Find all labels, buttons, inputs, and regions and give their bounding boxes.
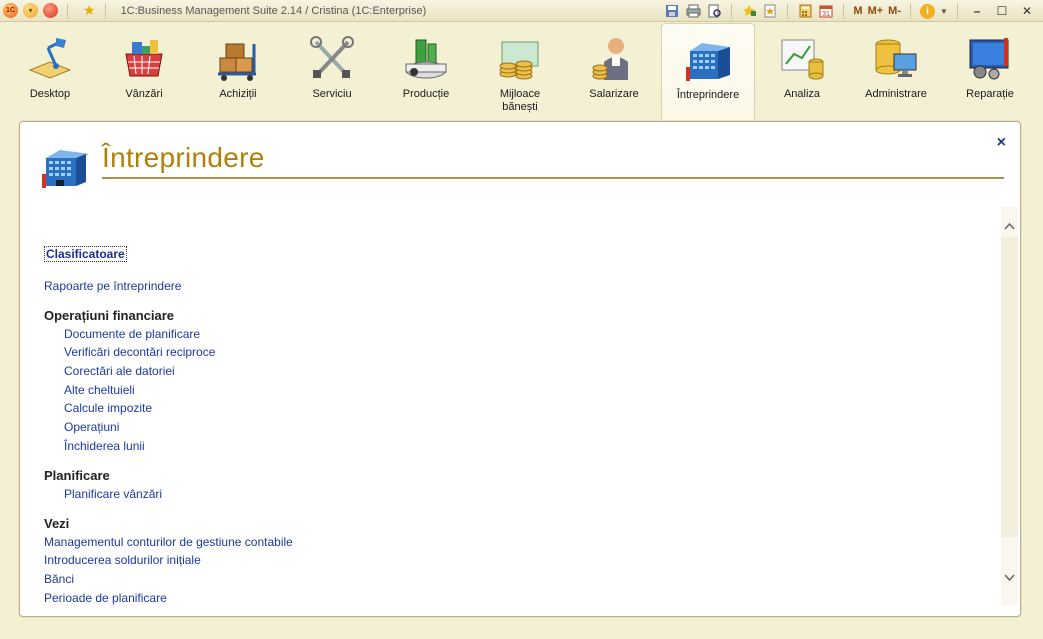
link-reports[interactable]: Rapoarte pe întreprindere <box>44 279 181 293</box>
section-chart-db[interactable]: Analiza <box>755 23 849 117</box>
stop-icon[interactable] <box>43 3 58 18</box>
toolbar-separator <box>843 3 845 19</box>
section-label: Întreprindere <box>676 89 740 101</box>
toolbar-separator <box>104 2 106 19</box>
link-financial-item[interactable]: Verificări decontări reciproce <box>64 345 215 359</box>
factory-icon <box>402 36 450 82</box>
toolbar-separator <box>787 3 789 19</box>
memory-button[interactable]: M <box>853 5 862 17</box>
save-icon[interactable] <box>664 3 680 19</box>
toolbar-separator <box>957 3 958 19</box>
group-title-financial: Operațiuni financiare <box>44 308 175 323</box>
link-financial-item[interactable]: Închiderea lunii <box>64 439 145 453</box>
link-see-item[interactable]: Perioade de planificare <box>44 591 167 605</box>
link-planning-item[interactable]: Planificare vânzări <box>64 487 162 501</box>
section-desktop-lamp[interactable]: Desktop <box>3 23 97 117</box>
minimize-button[interactable]: – <box>967 4 987 18</box>
section-monitor-gears[interactable]: Reparație <box>943 23 1037 117</box>
section-label: Desktop <box>29 88 71 100</box>
section-label: Achiziții <box>219 88 257 100</box>
window-title: 1C:Business Management Suite 2.14 / Cris… <box>120 4 427 17</box>
scrollbar-thumb[interactable] <box>1001 237 1018 537</box>
toolbar-separator <box>731 3 733 19</box>
section-label: Salarizare <box>589 88 639 100</box>
scroll-down-icon[interactable] <box>1003 573 1016 587</box>
section-tools[interactable]: Serviciu <box>285 23 379 117</box>
print-preview-icon[interactable] <box>706 3 722 19</box>
print-icon[interactable] <box>685 3 701 19</box>
boxes-cart-icon <box>214 36 262 82</box>
link-financial-item[interactable]: Corectări ale datoriei <box>64 364 175 378</box>
link-financial-item[interactable]: Documente de planificare <box>64 327 200 341</box>
scroll-up-icon[interactable] <box>1003 221 1016 235</box>
add-favorite-icon[interactable] <box>741 3 757 19</box>
section-shopping-basket[interactable]: Vânzări <box>97 23 191 117</box>
toolbar-separator <box>910 3 911 19</box>
monitor-gears-icon <box>966 36 1014 82</box>
group-title-planning: Planificare <box>44 468 110 483</box>
section-label: Vânzări <box>125 88 163 100</box>
section-building[interactable]: Întreprindere <box>661 23 755 120</box>
building-icon <box>684 37 732 83</box>
chevron-down-icon[interactable]: ▼ <box>940 3 948 19</box>
vertical-scrollbar[interactable] <box>1001 207 1018 605</box>
history-icon[interactable] <box>762 3 778 19</box>
favorites-star-icon[interactable]: ★ <box>83 2 96 19</box>
title-divider <box>102 177 1004 179</box>
main-menu-icon[interactable]: ▾ <box>23 3 38 18</box>
close-icon[interactable]: × <box>997 134 1006 152</box>
memory-plus-button[interactable]: M+ <box>868 5 884 17</box>
worker-coins-icon <box>590 36 638 82</box>
section-db-monitor[interactable]: Administrare <box>849 23 943 117</box>
link-see-item[interactable]: Introducerea soldurilor inițiale <box>44 553 201 567</box>
maximize-button[interactable]: ☐ <box>992 4 1012 18</box>
building-icon <box>40 144 90 192</box>
section-label: Serviciu <box>312 88 352 100</box>
link-financial-item[interactable]: Calcule impozite <box>64 401 152 415</box>
tools-icon <box>308 36 356 82</box>
group-title-see: Vezi <box>44 516 70 531</box>
section-label: Producție <box>402 88 450 100</box>
section-label: Reparație <box>966 88 1014 100</box>
section-boxes-cart[interactable]: Achiziții <box>191 23 285 117</box>
calendar-icon[interactable]: 31 <box>818 3 834 19</box>
section-coins[interactable]: Mijloace bănești <box>473 23 567 117</box>
section-label: Analiza <box>783 88 821 100</box>
svg-text:31: 31 <box>823 11 831 18</box>
db-monitor-icon <box>872 36 920 82</box>
sections-panel: Desktop Vânzări Achiziții Serviciu Producție… <box>0 23 1043 120</box>
link-see-item[interactable]: Managementul conturilor de gestiune cont… <box>44 535 293 549</box>
close-window-button[interactable]: ✕ <box>1017 4 1037 18</box>
info-icon[interactable]: i <box>920 3 935 19</box>
app-logo-icon[interactable]: 1C <box>3 3 18 18</box>
memory-minus-button[interactable]: M- <box>888 5 901 17</box>
link-classifiers[interactable]: Clasificatoare <box>44 246 127 262</box>
section-label: Mijloace bănești <box>499 88 541 113</box>
calculator-icon[interactable] <box>797 3 813 19</box>
coins-icon <box>496 36 544 82</box>
section-factory[interactable]: Producție <box>379 23 473 117</box>
section-label: Administrare <box>865 88 927 100</box>
chart-db-icon <box>778 36 826 82</box>
title-bar: 1C ▾ ★ 1C:Business Management Suite 2.14… <box>0 0 1043 22</box>
toolbar-separator <box>67 2 68 19</box>
shopping-basket-icon <box>120 36 168 82</box>
page-title: Întreprindere <box>102 142 265 173</box>
desktop-lamp-icon <box>26 36 74 82</box>
enterprise-panel: × Întreprindere Clasificatoare Rapoarte … <box>19 121 1021 617</box>
link-financial-item[interactable]: Alte cheltuieli <box>64 383 135 397</box>
link-see-item[interactable]: Bănci <box>44 572 74 586</box>
section-worker-coins[interactable]: Salarizare <box>567 23 661 117</box>
link-financial-item[interactable]: Operațiuni <box>64 420 119 434</box>
